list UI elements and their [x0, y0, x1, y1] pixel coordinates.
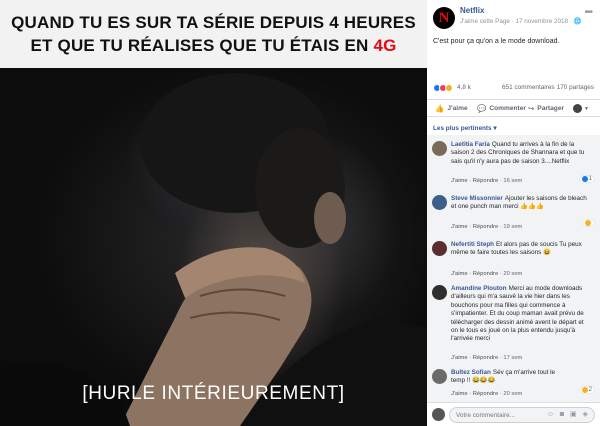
comment-meta: J'aime · Répondre · 20 sem [451, 391, 523, 397]
more-options-icon[interactable]: ••• [584, 7, 592, 18]
comment-author[interactable]: Amandine Plouton [451, 285, 507, 292]
comment-meta: J'aime · Répondre · 17 sem [451, 355, 523, 361]
comment-like-link[interactable]: J'aime [451, 178, 468, 184]
composer-attachment-icons[interactable]: ☺ ◙ ▣ ◈ [547, 410, 590, 418]
share-icon: ↪ [528, 104, 535, 113]
post-text: C'est pour ça qu'on a le mode download. [433, 38, 560, 45]
comment-composer: ☺ ◙ ▣ ◈ [427, 402, 600, 426]
comment-icon: 💬 [477, 104, 487, 113]
comment-author[interactable]: Bultez Sofian [451, 369, 491, 376]
post-panel: N Netflix J'aime cette Page · 17 novembr… [427, 0, 600, 426]
comment-time: 17 sem [503, 355, 523, 361]
sad-reaction-icon [445, 84, 453, 92]
comment-time: 19 sem [503, 224, 523, 230]
netflix-logo-icon: N [438, 9, 450, 26]
haha-reaction-icon [585, 220, 591, 226]
haha-reaction-icon [581, 387, 588, 393]
page-name-link[interactable]: Netflix [460, 6, 484, 15]
comment-body: Laetitia Faria Quand tu arrives à la fin … [451, 141, 589, 166]
comment-button[interactable]: 💬 Commenter [477, 104, 526, 113]
comment-meta: J'aime · Répondre · 19 sem [451, 224, 523, 230]
like-button-label: J'aime [447, 105, 468, 112]
reactions-summary[interactable]: 4,8 k 651 commentaires 170 partages [433, 84, 594, 94]
comment-body: Steve Missonnier Ajouter les saisons de b… [451, 195, 589, 212]
comment-reaction-count: 1 [588, 176, 592, 182]
meme-header-line-2: ET QUE TU RÉALISES QUE TU ÉTAIS EN 4G [30, 34, 396, 57]
reactions-count[interactable]: 4,8 k [457, 84, 471, 91]
commenter-avatar[interactable] [432, 369, 447, 384]
comment-time: 20 sem [503, 271, 523, 277]
comment-like-link[interactable]: J'aime [451, 271, 468, 277]
share-button[interactable]: ↪ Partager [528, 104, 564, 113]
meme-header-accent: 4G [373, 36, 397, 55]
commenter-avatar[interactable] [432, 285, 447, 300]
comment-reactions[interactable]: 2 [579, 387, 594, 393]
meme-caption: [HURLE INTÉRIEUREMENT] [82, 383, 345, 404]
post-image[interactable]: QUAND TU ES SUR TA SÉRIE DEPUIS 4 HEURES… [0, 0, 427, 426]
comment-author[interactable]: Laetitia Faria [451, 141, 490, 148]
commenter-avatar[interactable] [432, 141, 447, 156]
comment-text: Merci au mode downloads d'ailleurs qui m… [451, 285, 584, 343]
comment-reply-link[interactable]: Répondre [473, 355, 498, 361]
share-button-label: Partager [537, 105, 565, 112]
like-reaction-icon [581, 176, 588, 182]
comment-reply-link[interactable]: Répondre [473, 391, 498, 397]
comment-reply-link[interactable]: Répondre [473, 178, 498, 184]
comment-time: 20 sem [503, 391, 523, 397]
comment-reaction-count: 2 [588, 387, 592, 393]
comments-list: Laetitia Faria Quand tu arrives à la fin … [427, 135, 600, 402]
post-actions-bar: 👍 J'aime 💬 Commenter ↪ Partager ▼ [427, 99, 600, 117]
comment-body: Bultez Sofian Sév ça m'arrive tout le tem… [451, 369, 561, 386]
comment-body: Amandine Plouton Merci au mode downloads … [451, 285, 589, 344]
comment-body: Nefertiti Steph Et alors pas de soucis Tu… [451, 241, 589, 258]
comment-like-link[interactable]: J'aime [451, 224, 468, 230]
comment-sort-dropdown[interactable]: Les plus pertinents ▾ [433, 124, 497, 132]
comment-like-link[interactable]: J'aime [451, 355, 468, 361]
facepalm-figure [0, 73, 427, 426]
commenter-avatar[interactable] [432, 241, 447, 256]
comment-meta: J'aime · Répondre · 16 sem [451, 178, 523, 184]
comment-author[interactable]: Nefertiti Steph [451, 241, 494, 248]
meme-header: QUAND TU ES SUR TA SÉRIE DEPUIS 4 HEURES… [0, 0, 427, 68]
comment-button-label: Commenter [489, 105, 526, 112]
thumbs-up-icon: 👍 [435, 104, 445, 113]
current-user-avatar [432, 408, 445, 421]
comment-reactions[interactable]: 1 [579, 176, 594, 182]
like-button[interactable]: 👍 J'aime [435, 104, 468, 113]
post-meta: J'aime cette Page · 17 novembre 2018 · 🌐 [460, 18, 582, 25]
comment-reactions[interactable] [583, 220, 594, 226]
comments-count-link[interactable]: 651 commentaires [502, 84, 555, 91]
chevron-down-icon: ▼ [584, 105, 589, 112]
page-avatar[interactable]: N [433, 7, 455, 29]
comment-like-link[interactable]: J'aime [451, 391, 468, 397]
post-header: N Netflix J'aime cette Page · 17 novembr… [427, 0, 600, 40]
comment-reply-link[interactable]: Répondre [473, 271, 498, 277]
meme-header-line-2-text: ET QUE TU RÉALISES QUE TU ÉTAIS EN [30, 36, 374, 55]
shares-count-link[interactable]: 170 partages [557, 84, 594, 91]
comment-reply-link[interactable]: Répondre [473, 224, 498, 230]
user-avatar-icon [573, 104, 582, 113]
comment-meta: J'aime · Répondre · 20 sem [451, 271, 523, 277]
comment-time: 16 sem [503, 178, 523, 184]
react-as-selector[interactable]: ▼ [573, 104, 589, 113]
comment-author[interactable]: Steve Missonnier [451, 195, 503, 202]
commenter-avatar[interactable] [432, 195, 447, 210]
meme-header-line-1: QUAND TU ES SUR TA SÉRIE DEPUIS 4 HEURES [11, 13, 416, 32]
meme-photo [0, 68, 427, 426]
